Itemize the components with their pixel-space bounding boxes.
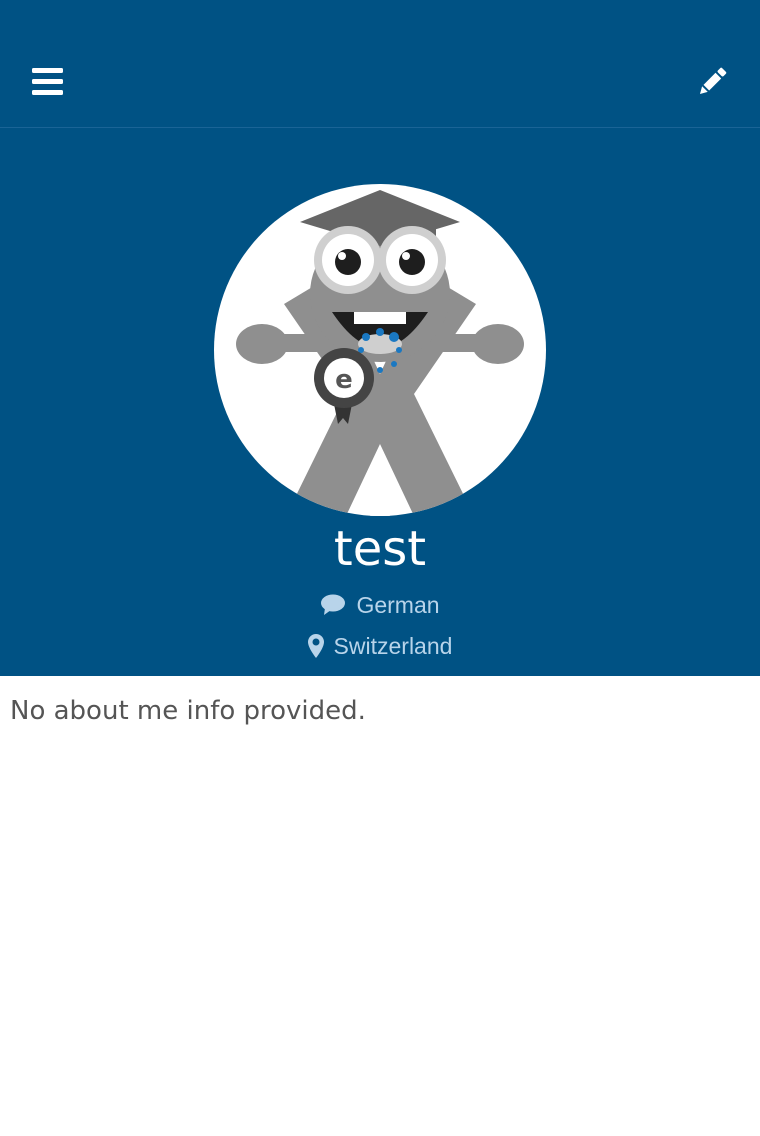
speech-bubble-icon	[320, 594, 346, 616]
username: test	[333, 521, 427, 577]
mascot-avatar: e	[236, 190, 524, 516]
profile-header: e test German Switzerland	[0, 128, 760, 676]
menu-button[interactable]	[30, 66, 66, 98]
location-row: Switzerland	[0, 630, 760, 662]
language-label: German	[356, 592, 440, 618]
about-me-text: No about me info provided.	[10, 696, 366, 726]
edit-profile-button[interactable]	[694, 64, 730, 100]
user-avatar[interactable]: e	[214, 184, 546, 516]
map-pin-icon	[307, 634, 324, 658]
bars-icon	[32, 68, 63, 95]
location-label: Switzerland	[333, 633, 453, 659]
svg-text:e: e	[335, 365, 353, 395]
top-bar	[0, 0, 760, 128]
language-row: German	[0, 589, 760, 621]
pencil-icon	[699, 67, 727, 95]
